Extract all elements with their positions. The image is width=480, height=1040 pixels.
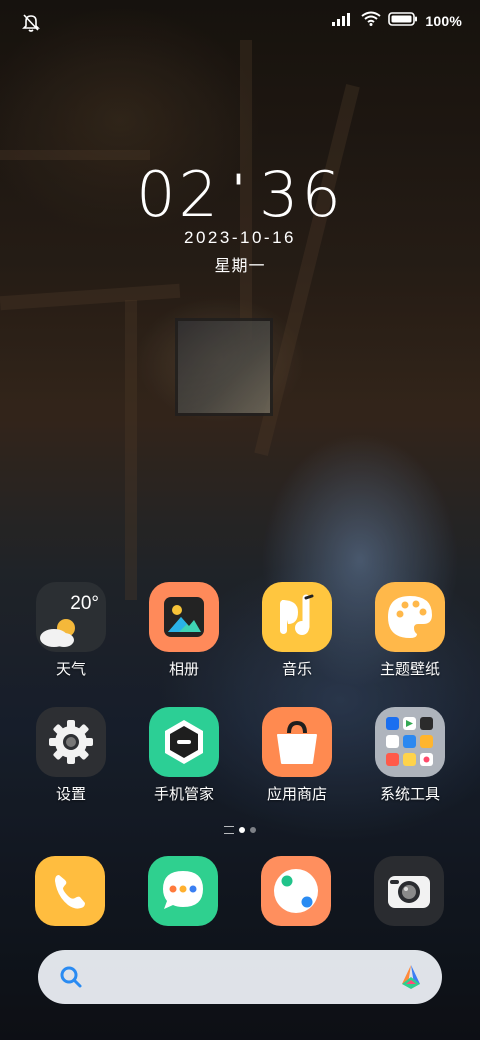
app-label: 音乐	[281, 661, 312, 678]
dock	[0, 856, 480, 926]
partly-cloudy-icon	[36, 616, 82, 652]
gear-icon	[36, 707, 106, 777]
page-dot	[250, 827, 256, 833]
folder-icon	[375, 707, 445, 777]
clock-time: 02 ˈ 36	[0, 160, 480, 230]
page-indicator-menu-icon	[224, 826, 234, 834]
assistant-logo-icon[interactable]	[396, 962, 426, 992]
phone-icon[interactable]	[35, 856, 105, 926]
app-label: 设置	[55, 786, 86, 803]
music-icon	[262, 582, 332, 652]
messages-icon[interactable]	[148, 856, 218, 926]
app-label: 天气	[55, 661, 86, 678]
weather-icon: 20°	[36, 582, 106, 652]
page-dot-active	[239, 827, 245, 833]
clock-separator: ˈ	[232, 168, 248, 214]
battery-percent: 100%	[425, 13, 462, 29]
search-bar[interactable]	[38, 950, 442, 1004]
weather-temperature: 20°	[70, 593, 99, 614]
gallery-icon	[149, 582, 219, 652]
browser-icon[interactable]	[261, 856, 331, 926]
app-label: 相册	[168, 661, 199, 678]
app-phone-manager[interactable]: 手机管家	[134, 707, 234, 804]
wifi-icon	[361, 11, 382, 31]
app-gallery[interactable]: 相册	[134, 582, 234, 679]
security-shield-icon	[149, 707, 219, 777]
app-settings[interactable]: 设置	[21, 707, 121, 804]
cellular-signal-icon	[332, 12, 354, 31]
battery-icon	[388, 11, 418, 31]
search-icon[interactable]	[58, 964, 84, 990]
app-label: 应用商店	[266, 786, 327, 803]
app-themes[interactable]: 主题壁纸	[360, 582, 460, 679]
bell-off-icon	[20, 11, 42, 33]
app-label: 系统工具	[379, 786, 440, 803]
clock-date: 2023-10-16	[184, 228, 296, 247]
palette-icon	[375, 582, 445, 652]
page-indicator[interactable]	[0, 826, 480, 834]
clock-minute: 36	[259, 158, 344, 231]
shopping-bag-icon	[262, 707, 332, 777]
app-label: 手机管家	[153, 786, 214, 803]
lock-clock-widget[interactable]: 02 ˈ 36 2023-10-16 星期一	[0, 160, 480, 276]
status-bar: 100%	[0, 0, 480, 40]
app-music[interactable]: 音乐	[247, 582, 347, 679]
clock-hour: 02	[136, 158, 221, 231]
camera-icon[interactable]	[374, 856, 444, 926]
app-weather[interactable]: 20° 天气	[21, 582, 121, 679]
app-label: 主题壁纸	[379, 661, 440, 678]
app-folder-system-tools[interactable]: 系统工具	[360, 707, 460, 804]
app-store[interactable]: 应用商店	[247, 707, 347, 804]
clock-weekday: 星期一	[214, 258, 266, 275]
